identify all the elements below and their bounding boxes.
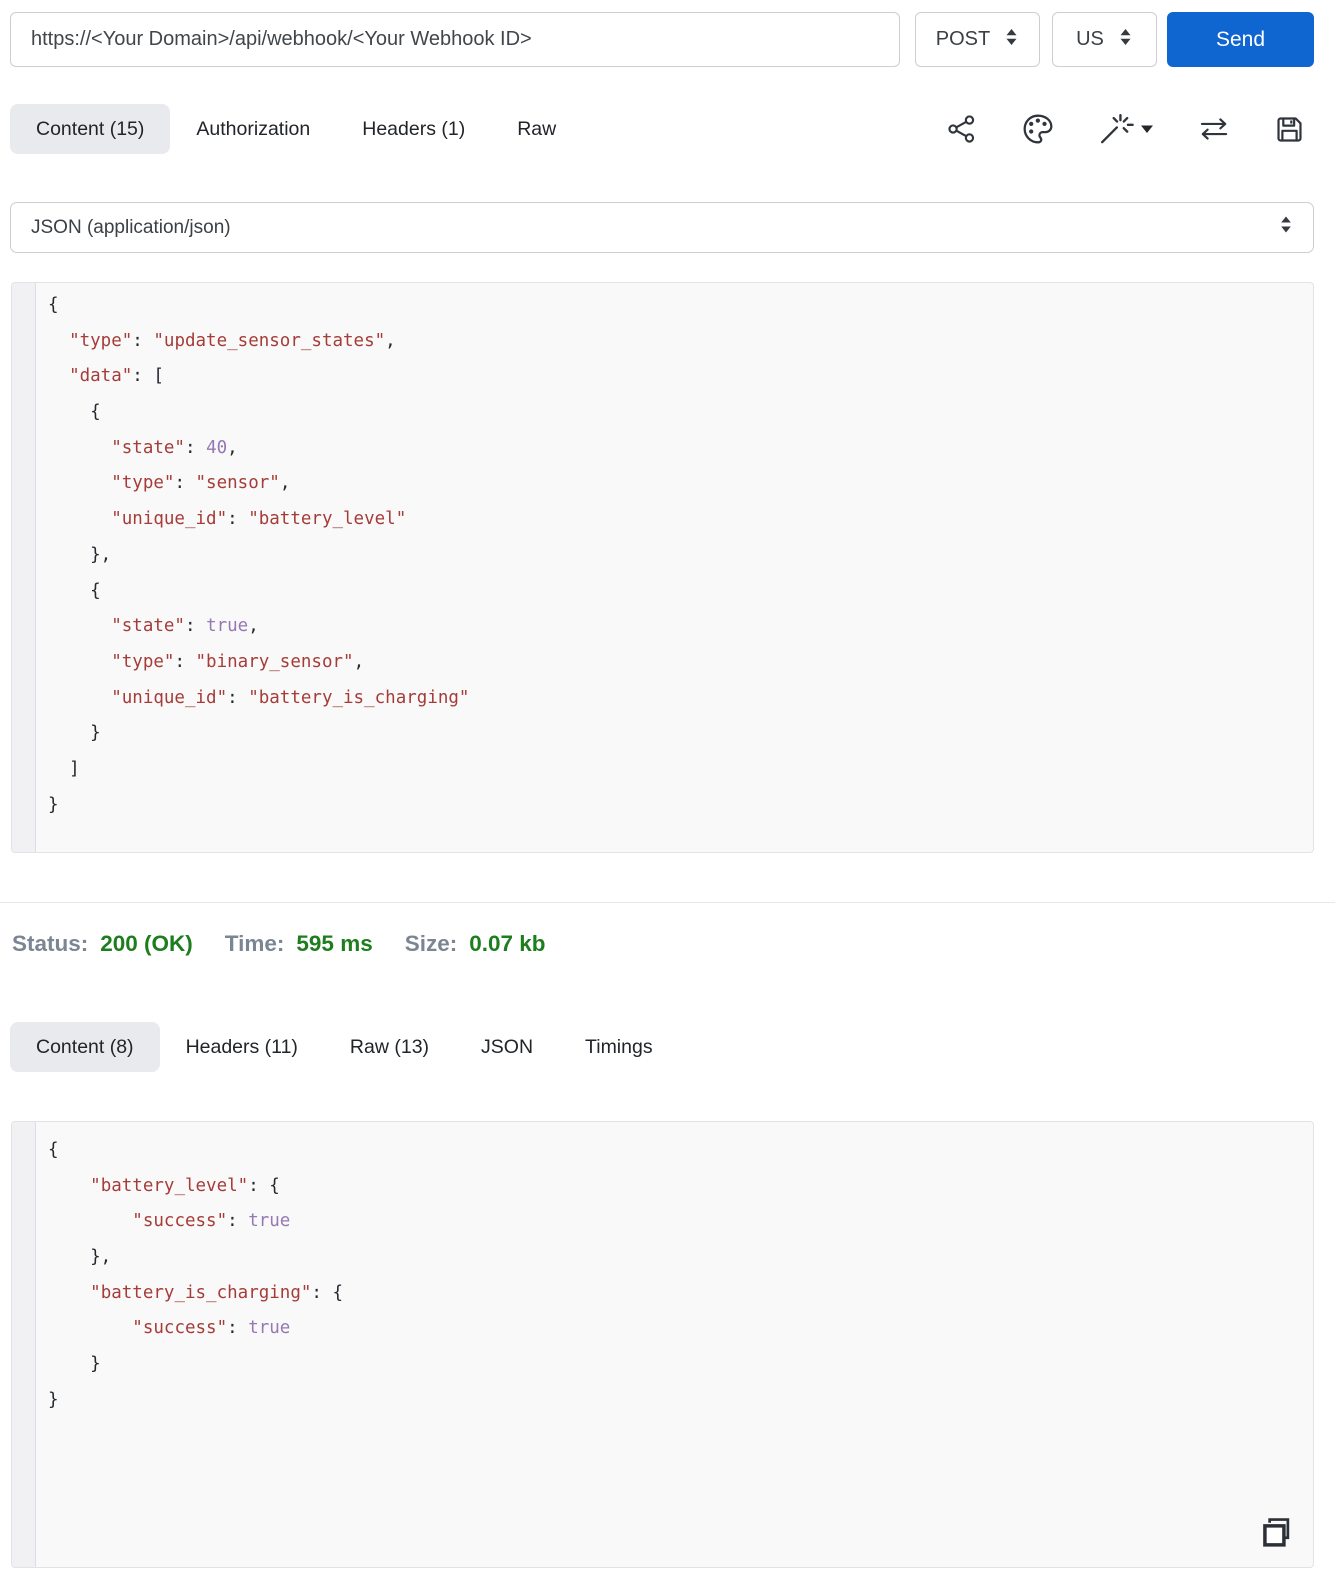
swap-arrows-icon[interactable] xyxy=(1197,115,1231,143)
response-body-code[interactable]: { "battery_level": { "success": true }, … xyxy=(37,1122,1313,1567)
palette-icon[interactable] xyxy=(1021,112,1055,146)
status-code-value: 200 (OK) xyxy=(100,931,193,956)
request-toolbar xyxy=(946,104,1305,154)
tab-request-content[interactable]: Content (15) xyxy=(10,104,171,154)
url-input[interactable] xyxy=(10,12,900,67)
tab-response-json[interactable]: JSON xyxy=(455,1022,559,1072)
copy-icon[interactable] xyxy=(1257,1514,1295,1557)
region-select[interactable]: US xyxy=(1052,12,1157,67)
editor-gutter xyxy=(12,1122,36,1567)
time-value: 595 ms xyxy=(296,931,373,956)
tab-response-timings[interactable]: Timings xyxy=(559,1022,679,1072)
method-select[interactable]: POST xyxy=(915,12,1040,67)
region-select-value: US xyxy=(1076,28,1104,50)
select-updown-icon xyxy=(1004,28,1019,52)
size-value: 0.07 kb xyxy=(469,931,546,956)
request-body-editor: { "type": "update_sensor_states", "data"… xyxy=(11,282,1314,853)
method-select-value: POST xyxy=(935,28,991,50)
time-label: Time: xyxy=(224,931,285,956)
response-status-bar: Status: 200 (OK) Time: 595 ms Size: 0.07… xyxy=(12,931,546,957)
select-updown-icon xyxy=(1279,216,1293,239)
tab-request-raw[interactable]: Raw xyxy=(491,104,582,154)
rest-client-page: POST US Send Content (15) Authorization … xyxy=(0,0,1335,1579)
chevron-down-icon xyxy=(1141,125,1153,133)
send-button[interactable]: Send xyxy=(1167,12,1314,67)
response-tabs: Content (8) Headers (11) Raw (13) JSON T… xyxy=(10,1022,679,1072)
tab-response-content[interactable]: Content (8) xyxy=(10,1022,160,1072)
size-label: Size: xyxy=(404,931,458,956)
response-body-editor: { "battery_level": { "success": true }, … xyxy=(11,1121,1314,1568)
tab-request-authorization[interactable]: Authorization xyxy=(170,104,336,154)
magic-wand-icon[interactable] xyxy=(1098,112,1154,146)
select-updown-icon xyxy=(1118,28,1133,52)
editor-gutter xyxy=(12,283,36,852)
tab-response-headers[interactable]: Headers (11) xyxy=(160,1022,324,1072)
share-icon[interactable] xyxy=(946,113,978,145)
body-type-value: JSON (application/json) xyxy=(31,216,231,238)
tab-request-headers[interactable]: Headers (1) xyxy=(336,104,491,154)
divider xyxy=(0,902,1335,903)
save-icon[interactable] xyxy=(1274,114,1305,145)
request-body-code[interactable]: { "type": "update_sensor_states", "data"… xyxy=(37,283,1313,852)
status-label: Status: xyxy=(12,931,89,956)
body-type-select[interactable]: JSON (application/json) xyxy=(10,202,1314,253)
tab-response-raw[interactable]: Raw (13) xyxy=(324,1022,455,1072)
request-tabs: Content (15) Authorization Headers (1) R… xyxy=(10,104,582,154)
